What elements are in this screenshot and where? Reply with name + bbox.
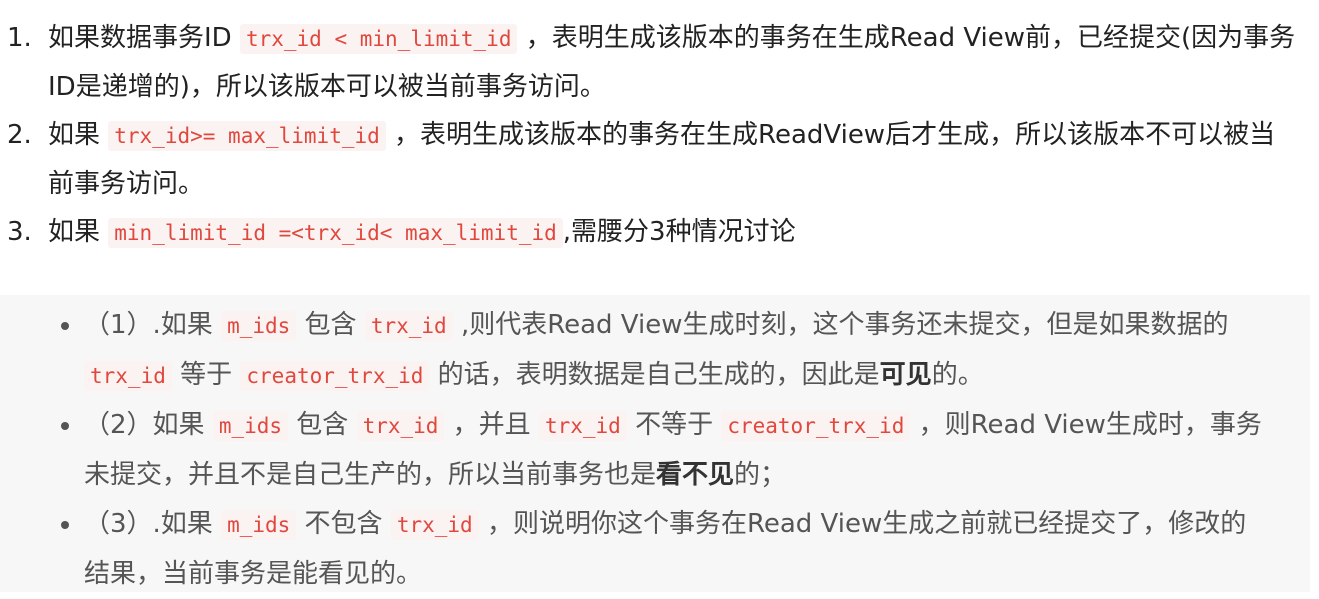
item-text: （1）.如果 m_ids 包含 trx_id ,则代表Read View生成时刻…: [84, 310, 1229, 391]
text-run: 如果: [48, 217, 109, 247]
text-run: 包含: [288, 410, 357, 440]
text-run: 等于: [171, 360, 241, 390]
text-run: ,则代表Read View生成时刻，这个事务还未提交，但是如果数据的: [452, 310, 1229, 340]
list-marker: 2.: [7, 120, 32, 150]
bullet-dot-icon: [61, 322, 69, 330]
inline-code: trx_id: [84, 361, 172, 391]
inline-code: trx_id: [390, 510, 479, 540]
inline-code: trx_id: [356, 411, 445, 441]
text-run: （1）.如果: [84, 310, 222, 340]
text-run: 不包含: [296, 509, 391, 539]
bullet-dot-icon: [61, 422, 69, 430]
ordered-list-item-1: 1. 如果数据事务ID trx_id < min_limit_id ，表明生成该…: [0, 14, 1319, 111]
inline-code: m_ids: [221, 311, 297, 341]
bullet-item-2: （2）如果 m_ids 包含 trx_id ，并且 trx_id 不等于 cre…: [0, 401, 1310, 500]
bold-text: 可见: [879, 360, 932, 390]
inline-code: creator_trx_id: [240, 361, 430, 391]
bullet-list: （1）.如果 m_ids 包含 trx_id ,则代表Read View生成时刻…: [0, 301, 1310, 599]
item-text: （2）如果 m_ids 包含 trx_id ，并且 trx_id 不等于 cre…: [84, 410, 1262, 490]
ordered-list: 1. 如果数据事务ID trx_id < min_limit_id ，表明生成该…: [0, 14, 1319, 257]
inline-code: trx_id: [538, 411, 627, 441]
blockquote: （1）.如果 m_ids 包含 trx_id ,则代表Read View生成时刻…: [0, 295, 1310, 592]
inline-code: creator_trx_id: [721, 411, 911, 441]
inline-code: m_ids: [212, 411, 289, 441]
text-run: ，并且: [444, 410, 539, 440]
bullet-dot-icon: [61, 521, 69, 529]
text-run: 如果: [48, 120, 109, 150]
inline-code: min_limit_id =<trx_id< max_limit_id: [108, 218, 563, 248]
text-run: 的话，表明数据是自己生成的，因此是: [429, 360, 880, 390]
list-marker: 1.: [7, 23, 32, 53]
item-text: 如果数据事务ID trx_id < min_limit_id ，表明生成该版本的…: [48, 23, 1295, 102]
inline-code: trx_id>= max_limit_id: [108, 121, 386, 151]
text-run: ,需腰分3种情况讨论: [562, 217, 796, 247]
ordered-list-item-2: 2. 如果 trx_id>= max_limit_id ，表明生成该版本的事务在…: [0, 111, 1319, 208]
text-run: 的；: [734, 460, 787, 490]
list-marker: 3.: [7, 217, 32, 247]
text-run: 包含: [296, 310, 365, 340]
ordered-list-item-3: 3. 如果 min_limit_id =<trx_id< max_limit_i…: [0, 208, 1319, 257]
text-run: 的。: [931, 360, 984, 390]
inline-code: trx_id < min_limit_id: [239, 24, 518, 54]
inline-code: trx_id: [364, 311, 453, 341]
bullet-item-1: （1）.如果 m_ids 包含 trx_id ,则代表Read View生成时刻…: [0, 301, 1310, 401]
bold-text: 看不见: [656, 460, 735, 490]
text-run: 不等于: [626, 410, 722, 440]
text-run: （3）.如果: [84, 509, 222, 539]
text-run: 如果数据事务ID: [48, 23, 240, 53]
item-text: 如果 trx_id>= max_limit_id ，表明生成该版本的事务在生成R…: [48, 120, 1275, 199]
item-text: （3）.如果 m_ids 不包含 trx_id ，则说明你这个事务在Read V…: [84, 509, 1246, 589]
text-run: （2）如果: [84, 410, 213, 440]
item-text: 如果 min_limit_id =<trx_id< max_limit_id ,需…: [48, 217, 796, 248]
bullet-item-3: （3）.如果 m_ids 不包含 trx_id ，则说明你这个事务在Read V…: [0, 500, 1310, 599]
inline-code: m_ids: [221, 510, 297, 540]
